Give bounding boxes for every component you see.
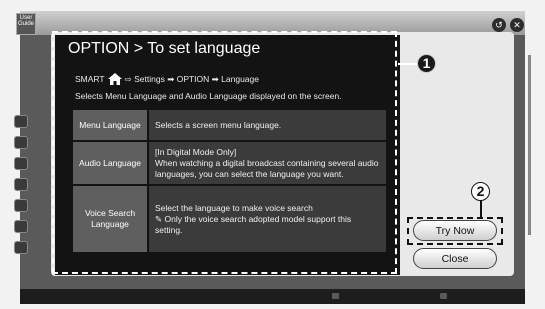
table-row: Voice Search Language Select the languag… bbox=[73, 186, 386, 252]
option-description: Select the language to make voice search… bbox=[149, 186, 386, 252]
path-arrow-icon: ⇨ bbox=[124, 73, 132, 84]
menu-icon bbox=[14, 241, 28, 254]
menu-icon bbox=[14, 220, 28, 233]
table-row: Audio Language [In Digital Mode Only] Wh… bbox=[73, 142, 386, 184]
option-name: Audio Language bbox=[73, 142, 147, 184]
user-guide-icon[interactable]: User Guide bbox=[16, 13, 36, 35]
menu-icon bbox=[14, 115, 28, 128]
bottom-bar bbox=[20, 289, 525, 304]
menu-icon bbox=[14, 136, 28, 149]
close-button[interactable]: Close bbox=[413, 248, 497, 269]
description-line: Select the language to make voice search bbox=[155, 202, 313, 213]
bottom-indicator bbox=[440, 293, 447, 299]
callout-2-marker: 2 bbox=[471, 182, 490, 201]
path-language: Language bbox=[221, 74, 259, 84]
path-arrow-icon: ➡ bbox=[211, 73, 219, 84]
menu-icon bbox=[14, 157, 28, 170]
close-icon[interactable]: ✕ bbox=[510, 18, 524, 32]
option-description: Selects a screen menu language. bbox=[149, 110, 386, 140]
callout-leader-line bbox=[398, 63, 418, 65]
description-line: Selects a screen menu language. bbox=[155, 119, 282, 130]
path-settings: Settings bbox=[134, 74, 165, 84]
path-smart: SMART bbox=[75, 74, 105, 84]
back-icon[interactable]: ↺ bbox=[492, 18, 506, 32]
menu-icon bbox=[14, 199, 28, 212]
menu-icon bbox=[14, 178, 28, 191]
path-arrow-icon: ➡ bbox=[167, 73, 175, 84]
home-icon bbox=[107, 73, 122, 85]
option-description: [In Digital Mode Only] When watching a d… bbox=[149, 142, 386, 184]
user-guide-label: Guide bbox=[17, 21, 34, 27]
option-table: Menu Language Selects a screen menu lang… bbox=[73, 110, 386, 254]
callout-leader-line bbox=[480, 200, 482, 217]
bottom-indicator bbox=[332, 293, 339, 299]
description-line: ✎ Only the voice search adopted model su… bbox=[155, 213, 352, 235]
settings-path: SMART ⇨ Settings ➡ OPTION ➡ Language bbox=[75, 73, 259, 85]
description-line: When watching a digital broadcast contai… bbox=[155, 157, 379, 179]
try-now-button[interactable]: Try Now bbox=[413, 220, 497, 241]
side-menu-icons bbox=[14, 115, 28, 262]
callout-1-marker: 1 bbox=[417, 54, 436, 73]
dialog-description: Selects Menu Language and Audio Language… bbox=[75, 91, 342, 101]
table-row: Menu Language Selects a screen menu lang… bbox=[73, 110, 386, 140]
scrollbar[interactable] bbox=[528, 55, 531, 235]
description-line: [In Digital Mode Only] bbox=[155, 146, 237, 157]
dialog-title: OPTION > To set language bbox=[68, 40, 261, 57]
path-option: OPTION bbox=[176, 74, 210, 84]
option-name: Menu Language bbox=[73, 110, 147, 140]
option-name: Voice Search Language bbox=[73, 186, 147, 252]
